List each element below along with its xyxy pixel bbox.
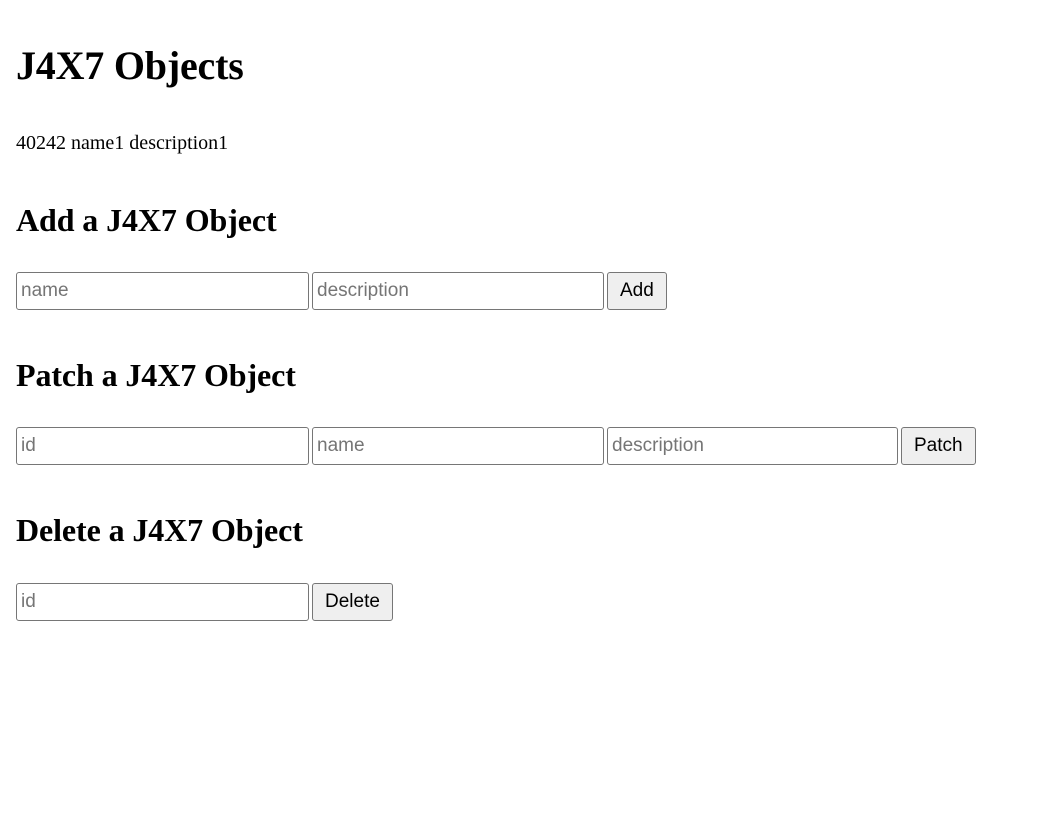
patch-button[interactable]: Patch (901, 427, 976, 466)
patch-id-input[interactable] (16, 427, 309, 466)
patch-section-heading: Patch a J4X7 Object (16, 357, 296, 394)
patch-name-input[interactable] (312, 427, 604, 466)
add-button[interactable]: Add (607, 272, 667, 311)
delete-button[interactable]: Delete (312, 582, 393, 621)
patch-description-input[interactable] (607, 427, 898, 466)
add-description-input[interactable] (312, 272, 604, 311)
add-section-heading: Add a J4X7 Object (16, 202, 277, 238)
add-name-input[interactable] (16, 272, 309, 311)
add-object-form: Add (16, 272, 1042, 311)
delete-section-heading: Delete a J4X7 Object (16, 512, 303, 549)
delete-id-input[interactable] (16, 582, 309, 621)
page-title: J4X7 Objects (16, 43, 244, 88)
patch-object-form: Patch (16, 427, 1042, 466)
delete-object-form: Delete (16, 582, 1042, 621)
object-list-item: 40242 name1 description1 (16, 132, 229, 154)
